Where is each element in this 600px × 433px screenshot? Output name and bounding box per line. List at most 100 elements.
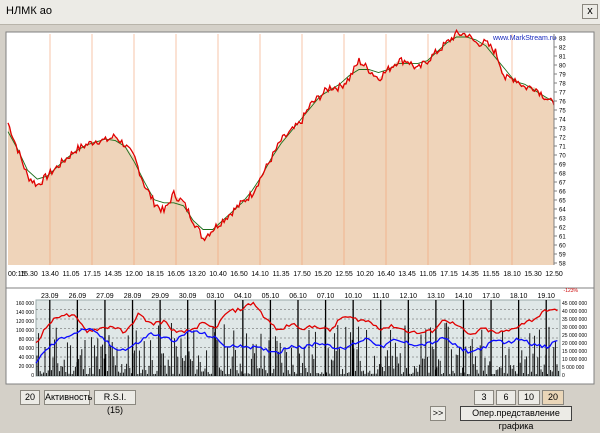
x-tick-label: 12.50 bbox=[545, 271, 563, 278]
x-tick-label: 11.05 bbox=[63, 271, 80, 278]
y-tick-label: 60 bbox=[559, 244, 566, 250]
x-tick-label: 17.15 bbox=[440, 271, 458, 278]
x-tick-label: 17.50 bbox=[293, 271, 311, 278]
left-axis-label: 60 000 bbox=[19, 346, 35, 352]
x-tick-label: 12.55 bbox=[335, 271, 353, 278]
y-tick-label: 77 bbox=[559, 91, 566, 97]
y-tick-label: 79 bbox=[559, 73, 566, 79]
date-label: 18.10 bbox=[510, 293, 528, 300]
right-axis-label: 20 000 000 bbox=[562, 341, 587, 347]
y-tick-label: 59 bbox=[559, 253, 566, 259]
x-tick-label: 11.35 bbox=[273, 271, 290, 278]
left-axis-label: 40 000 bbox=[19, 355, 35, 361]
date-label: 12.10 bbox=[400, 293, 418, 300]
period-input[interactable]: 20 bbox=[20, 390, 40, 405]
right-axis-label: 0 bbox=[562, 373, 565, 379]
date-label: 26.09 bbox=[69, 293, 87, 300]
x-tick-label: 15.20 bbox=[314, 271, 332, 278]
x-tick-label: 14.10 bbox=[251, 271, 269, 278]
right-axis-label: 25 000 000 bbox=[562, 333, 587, 339]
y-tick-label: 62 bbox=[559, 226, 566, 232]
y-tick-label: 76 bbox=[559, 100, 566, 106]
x-tick-label: 11.05 bbox=[420, 271, 437, 278]
x-tick-label: 10.40 bbox=[209, 271, 227, 278]
right-axis-label: 45 000 000 bbox=[562, 301, 587, 307]
right-axis-label: 30 000 000 bbox=[562, 325, 587, 331]
left-axis-label: 80 000 bbox=[19, 337, 35, 343]
x-tick-label: 16.05 bbox=[167, 271, 185, 278]
date-label: 19.10 bbox=[537, 293, 555, 300]
date-label: 14.10 bbox=[455, 293, 473, 300]
date-label: 07.10 bbox=[317, 293, 335, 300]
title-bar: НЛМК ао x bbox=[0, 0, 600, 25]
y-tick-label: 71 bbox=[559, 145, 566, 151]
y-tick-label: 73 bbox=[559, 127, 566, 133]
window-title: НЛМК ао bbox=[6, 5, 53, 17]
percent-change-label: -123% bbox=[564, 288, 579, 294]
x-tick-label: 18.15 bbox=[146, 271, 164, 278]
y-tick-label: 61 bbox=[559, 235, 566, 241]
x-tick-label: 12.00 bbox=[125, 271, 143, 278]
y-tick-label: 58 bbox=[559, 262, 566, 268]
date-label: 23.09 bbox=[41, 293, 59, 300]
y-tick-label: 64 bbox=[559, 208, 566, 214]
x-tick-label: 16.40 bbox=[377, 271, 395, 278]
range-10d-button[interactable]: 10 дн. bbox=[518, 390, 540, 415]
range-3d-button[interactable]: 3 дн. bbox=[474, 390, 494, 415]
y-tick-label: 63 bbox=[559, 217, 566, 223]
y-tick-label: 82 bbox=[559, 46, 566, 52]
date-label: 11.10 bbox=[372, 293, 389, 300]
x-tick-label: 15.30 bbox=[524, 271, 542, 278]
date-label: 05.10 bbox=[262, 293, 280, 300]
y-tick-label: 65 bbox=[559, 199, 566, 205]
chart-area: 83 82 81 80 79 78 77 76 75 74 73 72 71 70 69 68 67 66 65 64… bbox=[5, 28, 595, 385]
rsi-button[interactable]: R.S.I. (15) bbox=[94, 390, 136, 415]
x-tick-label: 18.10 bbox=[503, 271, 521, 278]
y-tick-label: 81 bbox=[559, 55, 566, 61]
x-tick-label: 17.15 bbox=[83, 271, 101, 278]
date-label: 17.10 bbox=[482, 293, 500, 300]
date-label: 13.10 bbox=[427, 293, 445, 300]
y-tick-label: 69 bbox=[559, 163, 566, 169]
close-icon[interactable]: x bbox=[582, 4, 598, 19]
y-tick-label: 80 bbox=[559, 64, 566, 70]
date-label: 04.10 bbox=[234, 293, 252, 300]
x-tick-label: 14.35 bbox=[104, 271, 122, 278]
x-tick-label: 10.20 bbox=[356, 271, 374, 278]
y-tick-label: 75 bbox=[559, 109, 566, 115]
right-axis-label: 10 000 000 bbox=[562, 357, 587, 363]
y-tick-label: 68 bbox=[559, 172, 566, 178]
x-tick-label: 14.35 bbox=[461, 271, 479, 278]
left-axis-label: 0 bbox=[31, 373, 34, 379]
nav-forward-button[interactable]: >> bbox=[430, 406, 446, 421]
y-tick-label: 72 bbox=[559, 136, 566, 142]
x-tick-label: 13.45 bbox=[398, 271, 416, 278]
chart-view-button[interactable]: Опер.представление графика bbox=[460, 406, 572, 431]
x-tick-label: 16.50 bbox=[230, 271, 248, 278]
x-tick-label: 15.30 bbox=[20, 271, 38, 278]
y-tick-label: 70 bbox=[559, 154, 566, 160]
date-label: 10.10 bbox=[344, 293, 362, 300]
volume-chart: 23.09 26.09 27.09 28.09 29.09 30.09 03.10 04.10… bbox=[5, 287, 595, 385]
date-label: 03.10 bbox=[206, 293, 224, 300]
right-axis-label: 40 000 000 bbox=[562, 309, 587, 315]
right-axis-label: 5 000 000 bbox=[562, 365, 584, 371]
y-tick-label: 78 bbox=[559, 82, 566, 88]
date-label: 06.10 bbox=[289, 293, 307, 300]
x-tick-label: 13.20 bbox=[188, 271, 206, 278]
app-window: НЛМК ао x 83 82 81 80 79 78 77 76 75 74 73 72 71 70 69… bbox=[0, 0, 600, 431]
range-20d-button[interactable]: 20 дн. bbox=[542, 390, 564, 415]
range-6d-button[interactable]: 6 дн. bbox=[496, 390, 516, 415]
date-label: 30.09 bbox=[179, 293, 197, 300]
left-axis-label: 20 000 bbox=[19, 364, 35, 370]
y-tick-label: 74 bbox=[559, 118, 566, 124]
date-label: 29.09 bbox=[151, 293, 169, 300]
left-axis-label: 140 000 bbox=[16, 310, 34, 316]
price-chart: 83 82 81 80 79 78 77 76 75 74 73 72 71 70 69 68 67 66 65 64… bbox=[5, 28, 595, 289]
y-tick-label: 67 bbox=[559, 181, 566, 187]
y-tick-label: 66 bbox=[559, 190, 566, 196]
right-axis-label: 35 000 000 bbox=[562, 317, 587, 323]
right-axis-label: 15 000 000 bbox=[562, 349, 587, 355]
activity-button[interactable]: Активность bbox=[44, 390, 92, 405]
watermark-text: www.MarkStream.ru bbox=[492, 35, 556, 42]
